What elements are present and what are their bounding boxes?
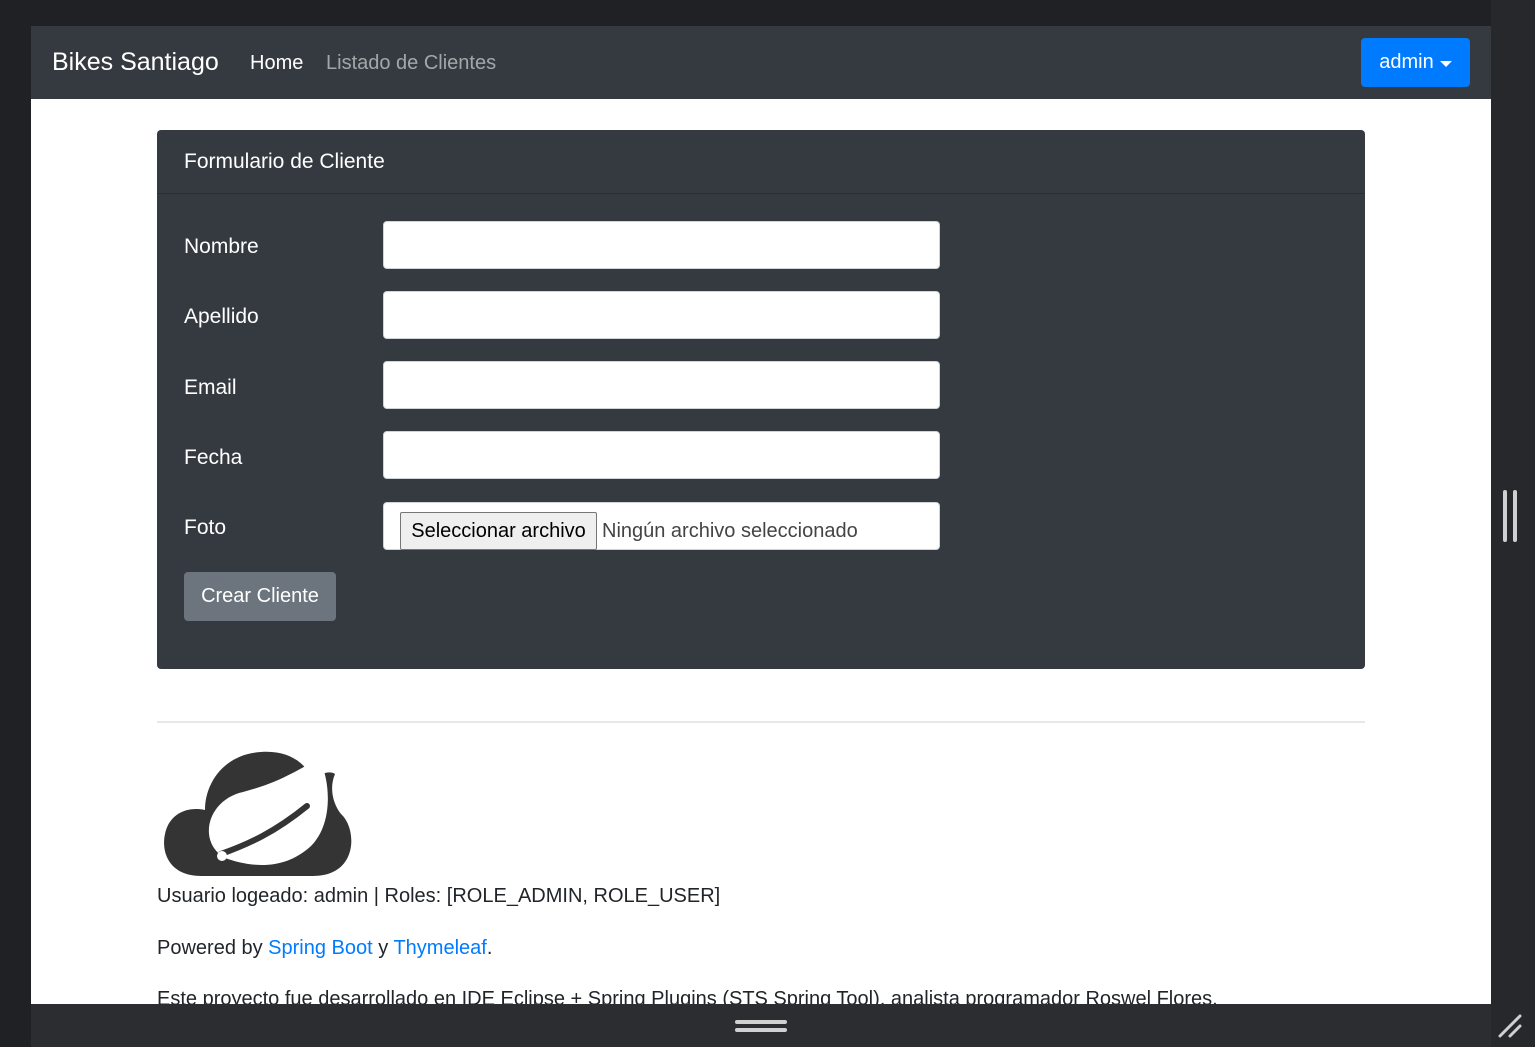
powered-prefix: Powered by bbox=[157, 937, 269, 959]
client-form-card: Formulario de Cliente Nombre Apellido Em… bbox=[157, 130, 1365, 669]
caret-down-icon bbox=[1439, 60, 1452, 67]
navbar-brand[interactable]: Bikes Santiago bbox=[52, 48, 219, 77]
apellido-input[interactable] bbox=[383, 291, 940, 339]
powered-conjunction: y bbox=[372, 937, 394, 959]
user-menu-label: admin bbox=[1379, 51, 1434, 73]
powered-by-line: Powered by Spring Boot y Thymeleaf. bbox=[157, 937, 492, 960]
spring-cloud-leaf-logo-icon bbox=[164, 751, 352, 876]
spring-boot-link[interactable]: Spring Boot bbox=[268, 937, 373, 959]
nav-link-client-list[interactable]: Listado de Clientes bbox=[326, 52, 496, 75]
foto-file-input[interactable]: Seleccionar archivo Ningún archivo selec… bbox=[383, 502, 940, 550]
select-file-button[interactable]: Seleccionar archivo bbox=[400, 512, 597, 550]
top-navbar: Bikes Santiago Home Listado de Clientes … bbox=[31, 26, 1491, 99]
side-resize-handle[interactable] bbox=[1503, 490, 1517, 542]
bottom-resize-handle[interactable] bbox=[735, 1020, 787, 1032]
nombre-input[interactable] bbox=[383, 221, 940, 269]
email-input[interactable] bbox=[383, 361, 940, 409]
powered-suffix: . bbox=[486, 937, 493, 959]
thymeleaf-link[interactable]: Thymeleaf bbox=[393, 937, 486, 959]
foto-label: Foto bbox=[184, 516, 227, 539]
fecha-input[interactable] bbox=[383, 431, 940, 479]
card-header: Formulario de Cliente bbox=[157, 130, 1365, 194]
create-client-button[interactable]: Crear Cliente bbox=[184, 572, 336, 621]
browser-viewport: Bikes Santiago Home Listado de Clientes … bbox=[31, 26, 1491, 1004]
window-top-bar bbox=[0, 0, 1535, 26]
nav-link-home[interactable]: Home bbox=[250, 52, 303, 75]
session-info: Usuario logeado: admin | Roles: [ROLE_AD… bbox=[157, 885, 721, 907]
footer-divider bbox=[157, 721, 1365, 723]
window-left-border bbox=[0, 0, 31, 1047]
nombre-label: Nombre bbox=[184, 235, 259, 258]
email-label: Email bbox=[184, 376, 237, 399]
bottom-panel-bar bbox=[31, 1004, 1491, 1047]
form-title: Formulario de Cliente bbox=[184, 150, 385, 173]
apellido-label: Apellido bbox=[184, 305, 259, 328]
file-status-text: Ningún archivo seleccionado bbox=[602, 520, 858, 542]
fecha-label: Fecha bbox=[184, 446, 243, 469]
project-note: Este proyecto fue desarrollado en IDE Ec… bbox=[157, 988, 1218, 1004]
resize-grip-icon[interactable] bbox=[1496, 1012, 1524, 1040]
user-menu-button[interactable]: admin bbox=[1361, 38, 1470, 87]
